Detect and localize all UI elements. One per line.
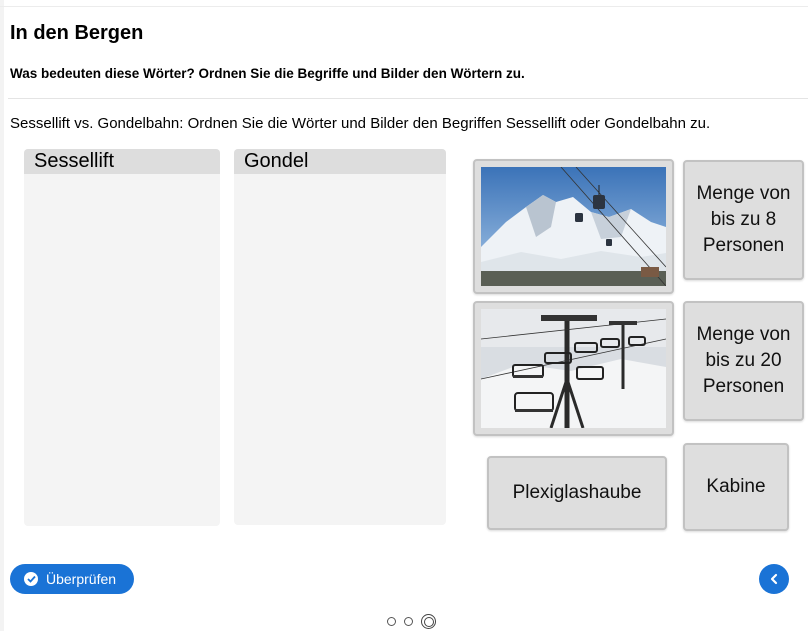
gondola-photo <box>481 167 666 286</box>
left-border <box>0 0 4 631</box>
task-instruction: Sessellift vs. Gondelbahn: Ordnen Sie di… <box>10 115 711 132</box>
draggable-image-gondola[interactable] <box>473 159 674 294</box>
draggable-card-plexiglashaube[interactable]: Plexiglashaube <box>487 456 667 530</box>
chairlift-photo <box>481 309 666 428</box>
check-icon <box>24 572 38 586</box>
pagination <box>387 614 436 629</box>
drop-zone-sessellift[interactable]: Sessellift <box>24 149 220 526</box>
drop-zone-gondel[interactable]: Gondel <box>234 149 446 525</box>
page-title: In den Bergen <box>10 22 144 44</box>
task-subtitle: Was bedeuten diese Wörter? Ordnen Sie di… <box>10 66 525 81</box>
previous-button[interactable] <box>759 564 789 594</box>
check-button-label: Überprüfen <box>46 571 117 587</box>
page-dot-current[interactable] <box>421 614 436 629</box>
draggable-card-20-persons[interactable]: Menge von bis zu 20 Personen <box>683 301 804 421</box>
page-dot-1[interactable] <box>387 617 396 626</box>
drop-zone-label: Sessellift <box>24 149 220 174</box>
check-button[interactable]: Überprüfen <box>10 564 135 594</box>
draggable-image-chairlift[interactable] <box>473 301 674 436</box>
drop-zone-label: Gondel <box>234 149 446 174</box>
draggable-card-kabine[interactable]: Kabine <box>683 443 789 531</box>
chevron-left-icon <box>770 573 778 585</box>
page-dot-2[interactable] <box>404 617 413 626</box>
divider <box>8 98 808 99</box>
top-border <box>0 6 808 7</box>
draggable-card-8-persons[interactable]: Menge von bis zu 8 Personen <box>683 160 804 280</box>
